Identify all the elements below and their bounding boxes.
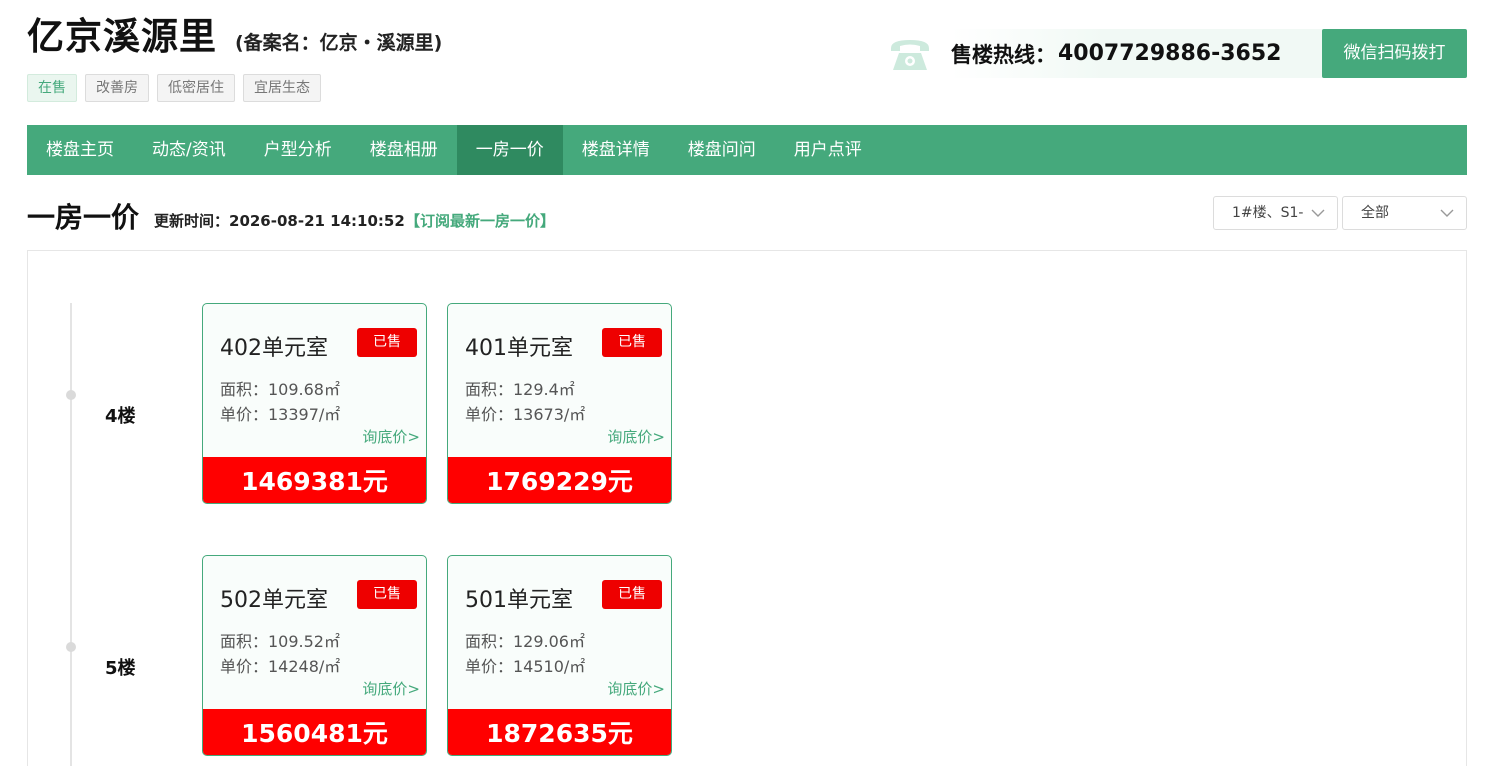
unit-card-402[interactable]: 402单元室 已售 面积：109.68㎡ 单价：13397/㎡ 询底价> 146… [202, 303, 427, 504]
nav-reviews[interactable]: 用户点评 [775, 125, 881, 175]
unit-area: 面积：109.68㎡ [220, 380, 340, 399]
nav-album[interactable]: 楼盘相册 [351, 125, 457, 175]
floor-label: 5楼 [105, 658, 136, 679]
title-row: 亿京溪源里 (备案名：亿京・溪源里) [27, 6, 442, 60]
nav-price-list[interactable]: 一房一价 [456, 125, 563, 175]
unit-room: 501单元室 [465, 588, 573, 613]
unit-area: 面积：109.52㎡ [220, 632, 340, 651]
total-price: 1769229元 [448, 457, 671, 503]
hotline-number[interactable]: 4007729886-3652 [1058, 41, 1281, 66]
nav-qa[interactable]: 楼盘问问 [669, 125, 775, 175]
unit-area: 面积：129.4㎡ [465, 380, 575, 399]
project-alias: (备案名：亿京・溪源里) [235, 32, 443, 54]
subscribe-link[interactable]: 【订阅最新一房一价】 [405, 210, 555, 231]
unit-area: 面积：129.06㎡ [465, 632, 585, 651]
floor-timeline [70, 303, 72, 766]
status-filter-value: 全部 [1361, 205, 1389, 221]
ask-price-link[interactable]: 询底价> [607, 678, 665, 699]
nav-news[interactable]: 动态/资讯 [133, 125, 245, 175]
status-badge: 已售 [602, 580, 662, 609]
unit-card-401[interactable]: 401单元室 已售 面积：129.4㎡ 单价：13673/㎡ 询底价> 1769… [447, 303, 672, 504]
hotline-label: 售楼热线： [951, 42, 1056, 67]
unit-price: 单价：13397/㎡ [220, 405, 341, 424]
timeline-dot [66, 390, 76, 400]
ask-price-link[interactable]: 询底价> [362, 426, 420, 447]
telephone-icon [887, 34, 933, 74]
nav-details[interactable]: 楼盘详情 [563, 125, 669, 175]
project-title: 亿京溪源里 [27, 15, 217, 58]
status-badge: 已售 [357, 580, 417, 609]
section-title: 一房一价 [27, 201, 140, 234]
unit-price: 单价：14510/㎡ [465, 657, 586, 676]
hotline: 售楼热线： 4007729886-3652 [887, 29, 1332, 78]
tag-on-sale: 在售 [27, 74, 77, 102]
main-nav: 楼盘主页 动态/资讯 户型分析 楼盘相册 一房一价 楼盘详情 楼盘问问 用户点评 [27, 125, 1467, 175]
status-badge: 已售 [357, 328, 417, 357]
tag-low-density: 低密居住 [157, 74, 235, 102]
ask-price-link[interactable]: 询底价> [362, 678, 420, 699]
tag-ecology: 宜居生态 [243, 74, 321, 102]
unit-price: 单价：14248/㎡ [220, 657, 341, 676]
unit-price: 单价：13673/㎡ [465, 405, 586, 424]
chevron-down-icon [1440, 209, 1454, 217]
total-price: 1469381元 [203, 457, 426, 503]
unit-room: 502单元室 [220, 588, 328, 613]
timeline-dot [66, 642, 76, 652]
hotline-box: 售楼热线： 4007729886-3652 [951, 29, 1332, 78]
tag-upgrade: 改善房 [85, 74, 149, 102]
unit-room: 402单元室 [220, 336, 328, 361]
ask-price-link[interactable]: 询底价> [607, 426, 665, 447]
nav-home[interactable]: 楼盘主页 [27, 125, 133, 175]
page-header: 亿京溪源里 (备案名：亿京・溪源里) 在售 改善房 低密居住 宜居生态 售楼热线… [27, 0, 1467, 120]
unit-card-502[interactable]: 502单元室 已售 面积：109.52㎡ 单价：14248/㎡ 询底价> 156… [202, 555, 427, 756]
section-header: 一房一价 更新时间：2026-08-21 14:10:52 【订阅最新一房一价】… [27, 196, 1467, 236]
status-badge: 已售 [602, 328, 662, 357]
building-select-value: 1#楼、S1- [1232, 205, 1304, 221]
update-time: 更新时间：2026-08-21 14:10:52 [154, 212, 405, 230]
tag-list: 在售 改善房 低密居住 宜居生态 [27, 74, 321, 102]
building-select[interactable]: 1#楼、S1- [1213, 196, 1338, 230]
status-filter-select[interactable]: 全部 [1342, 196, 1467, 230]
total-price: 1872635元 [448, 709, 671, 755]
floor-label: 4楼 [105, 406, 136, 427]
chevron-down-icon [1311, 209, 1325, 217]
wechat-call-button[interactable]: 微信扫码拨打 [1322, 29, 1467, 78]
price-list-panel: 4楼 402单元室 已售 面积：109.68㎡ 单价：13397/㎡ 询底价> … [27, 250, 1467, 766]
nav-floorplans[interactable]: 户型分析 [245, 125, 351, 175]
unit-room: 401单元室 [465, 336, 573, 361]
unit-card-501[interactable]: 501单元室 已售 面积：129.06㎡ 单价：14510/㎡ 询底价> 187… [447, 555, 672, 756]
total-price: 1560481元 [203, 709, 426, 755]
